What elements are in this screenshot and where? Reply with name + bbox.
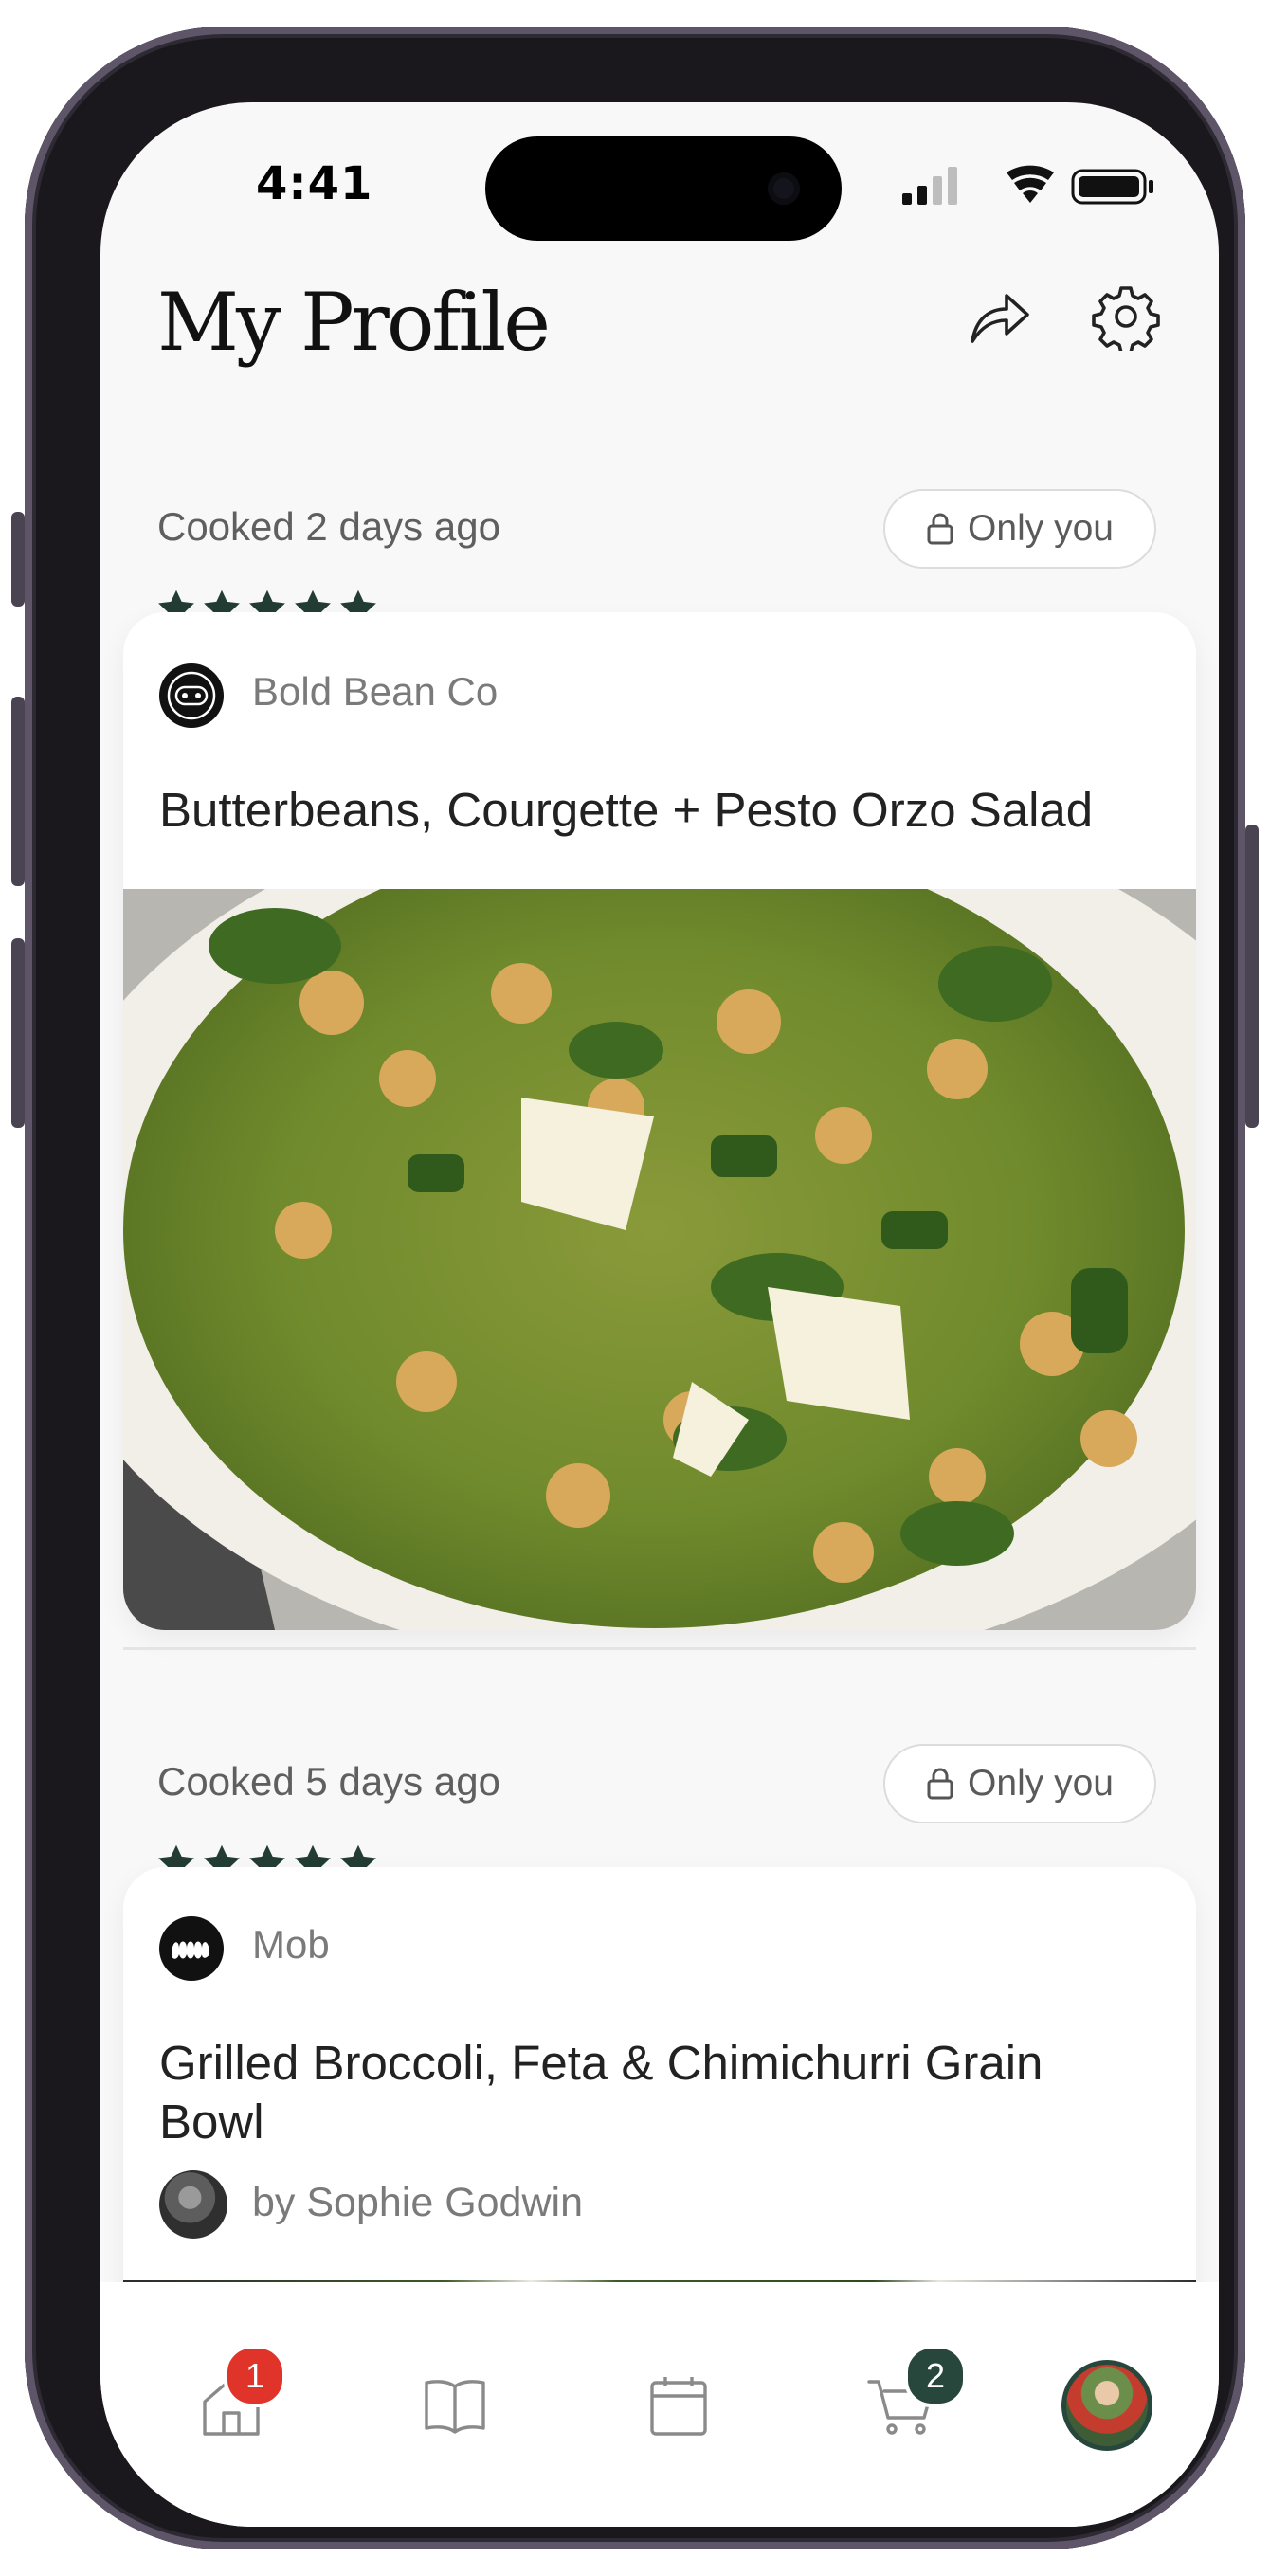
calendar-icon (650, 2377, 707, 2436)
recipe-title[interactable]: Butterbeans, Courgette + Pesto Orzo Sala… (159, 781, 1139, 840)
mob-logo-icon (172, 1941, 209, 1959)
brand-logo (159, 663, 224, 728)
page-title: My Profile (157, 276, 551, 369)
privacy-button[interactable]: Only you (883, 489, 1156, 569)
avatar (1061, 2360, 1152, 2451)
recipe-photo[interactable] (123, 785, 1196, 1630)
dynamic-island (485, 136, 842, 241)
status-time: 4:41 (256, 157, 373, 210)
cart-count-badge: 2 (904, 2345, 967, 2407)
privacy-button[interactable]: Only you (883, 1744, 1156, 1823)
camera-icon (768, 172, 800, 205)
bold-bean-logo-icon (167, 671, 216, 720)
author-name[interactable]: by Sophie Godwin (252, 2180, 583, 2226)
gear-icon (1092, 286, 1160, 351)
lock-icon (927, 1768, 953, 1800)
tab-cookbooks[interactable] (398, 2358, 512, 2453)
privacy-label: Only you (968, 1763, 1114, 1804)
author-avatar (159, 2170, 227, 2239)
recipe-title[interactable]: Grilled Broccoli, Feta & Chimichurri Gra… (159, 2034, 1139, 2151)
tab-home[interactable]: 1 (174, 2345, 288, 2453)
tab-profile[interactable] (1050, 2358, 1164, 2453)
tab-planner[interactable] (622, 2358, 735, 2453)
wifi-icon (1007, 165, 1054, 203)
tab-shopping[interactable]: 2 (845, 2345, 967, 2453)
privacy-label: Only you (968, 508, 1114, 549)
action-button (11, 512, 25, 607)
share-button[interactable] (961, 279, 1037, 354)
phone-frame: 4:41 My Profile Cooked 2 days ago Only y… (25, 27, 1245, 2549)
cooked-date: Cooked 5 days ago (157, 1759, 500, 1804)
volume-down-button (11, 938, 25, 1128)
power-button (1245, 825, 1259, 1128)
status-icons (902, 165, 1215, 207)
cooked-date: Cooked 2 days ago (157, 504, 500, 549)
settings-button[interactable] (1088, 279, 1164, 354)
book-icon (425, 2380, 485, 2434)
volume-up-button (11, 697, 25, 886)
feed-divider (123, 1647, 1196, 1650)
phone-screen: 4:41 My Profile Cooked 2 days ago Only y… (100, 102, 1219, 2527)
brand-name[interactable]: Mob (252, 1922, 330, 1968)
lock-icon (927, 513, 953, 545)
recipe-card[interactable]: Bold Bean Co Butterbeans, Courgette + Pe… (123, 612, 1196, 1630)
brand-name[interactable]: Bold Bean Co (252, 669, 498, 715)
home-notification-badge: 1 (224, 2345, 286, 2407)
tab-bar: 1 2 (100, 2282, 1219, 2527)
battery-icon (1071, 169, 1153, 205)
share-arrow-icon (971, 294, 1029, 343)
brand-logo (159, 1916, 224, 1981)
cellular-signal-icon (902, 167, 957, 205)
